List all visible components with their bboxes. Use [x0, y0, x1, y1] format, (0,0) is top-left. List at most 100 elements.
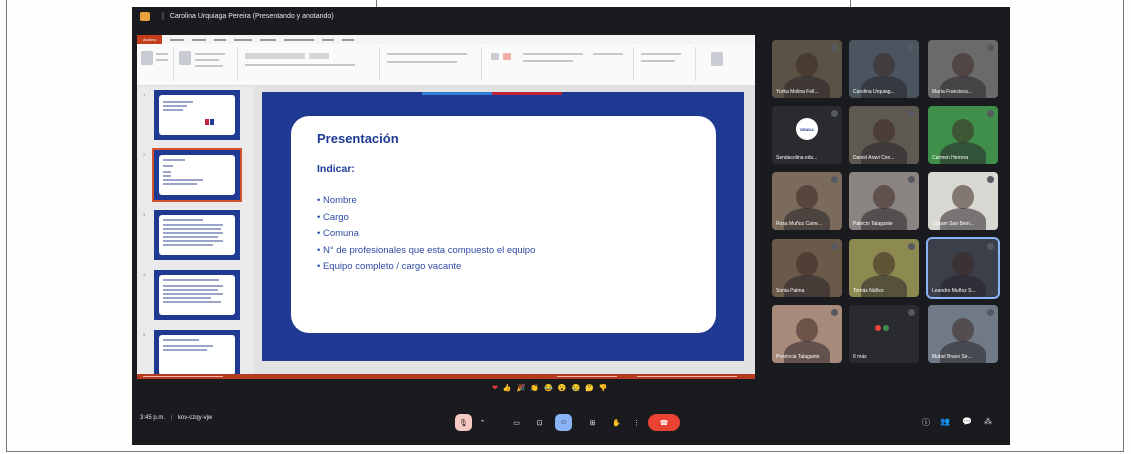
slide-thumbnail[interactable]: [154, 330, 240, 374]
participant-tile[interactable]: Cosam San Bern...: [928, 172, 998, 230]
mic-status-icon: [987, 176, 994, 183]
participant-name: Sendacolina edu...: [776, 155, 818, 161]
ribbon-tab[interactable]: [260, 38, 277, 41]
thumbnail-content: [159, 155, 235, 195]
participant-tile[interactable]: 6 más: [849, 305, 919, 363]
meeting-code: knv-czqy-vjw: [177, 415, 213, 421]
meeting-time: 3:45 p.m.: [140, 415, 166, 421]
thumbnail-content: [159, 95, 235, 135]
emoji-button[interactable]: ☺: [555, 414, 572, 431]
participant-tile[interactable]: Carmen Herrera: [928, 106, 998, 164]
participant-tile[interactable]: Patricio Talagante: [849, 172, 919, 230]
shape-fill-icon[interactable]: [503, 53, 511, 60]
thumbs-down-icon[interactable]: 👎: [599, 384, 608, 392]
paste-icon[interactable]: [141, 51, 153, 65]
raise-hand-button[interactable]: ✋: [608, 414, 625, 431]
ribbon-tab[interactable]: [284, 38, 315, 41]
present-button[interactable]: ⊞: [584, 414, 601, 431]
mic-status-icon: [908, 44, 915, 51]
mic-off-button[interactable]: 🎙: [455, 414, 472, 431]
participant-name: Leandro Muñoz S...: [932, 288, 976, 294]
camera-button[interactable]: ▭: [508, 414, 525, 431]
separator-icon: |: [162, 12, 164, 20]
mic-status-icon: [831, 176, 838, 183]
ribbon-tab[interactable]: [342, 38, 355, 41]
leave-call-button[interactable]: ☎: [648, 414, 680, 431]
slide-thumbnail[interactable]: [154, 270, 240, 320]
meeting-controls: 3:45 p.m. | knv-czqy-vjw 🎙 ⌃ ▭ ⊡ ☺ ⊞ ✋ ⋮…: [132, 399, 1010, 445]
slide-bullet-list: Nombre Cargo Comuna N° de profesionales …: [317, 193, 535, 276]
dictate-icon[interactable]: [711, 52, 723, 66]
participant-tile[interactable]: Provincia Talagante: [772, 305, 842, 363]
participant-video: [952, 53, 974, 77]
thinking-icon[interactable]: 🤔: [585, 384, 594, 392]
laugh-icon[interactable]: 😂: [544, 384, 553, 392]
people-icon[interactable]: 👥: [940, 417, 950, 426]
participant-tile[interactable]: María Francisca...: [928, 40, 998, 98]
participant-name: 6 más: [853, 354, 867, 360]
clap-icon[interactable]: 👏: [530, 384, 539, 392]
ribbon-toolbar: [137, 44, 755, 86]
clipboard-group: [137, 47, 174, 81]
participant-video: [952, 318, 974, 342]
more-options-button[interactable]: ⋮: [628, 414, 645, 431]
ribbon-tab[interactable]: [234, 38, 253, 41]
mic-status-icon: [908, 309, 915, 316]
info-icon[interactable]: ⓘ: [922, 417, 930, 428]
slides-group: [175, 47, 238, 81]
participant-tile[interactable]: Sonia Palma: [772, 239, 842, 297]
meet-app-icon: [140, 11, 150, 21]
participant-name: Carmen Herrera: [932, 155, 969, 161]
emoji-icon: ☺: [559, 419, 568, 426]
bullet-item: Nombre: [317, 193, 535, 210]
participant-video: [796, 53, 818, 77]
reactions-bar: ❤ 👍 🎉 👏 😂 😮 😢 🤔 👎: [492, 384, 608, 392]
new-slide-icon[interactable]: [179, 51, 191, 65]
tab-file[interactable]: Archivo: [137, 35, 163, 44]
slide-number: 3: [143, 212, 146, 217]
participant-tile[interactable]: Leandro Muñoz S...: [926, 237, 1000, 299]
slide-thumbnail-selected[interactable]: [152, 148, 242, 202]
surprised-icon[interactable]: 😮: [558, 384, 567, 392]
thumbs-up-icon[interactable]: 👍: [503, 384, 512, 392]
participant-tile[interactable]: Tomás Núñez: [849, 239, 919, 297]
participant-tile[interactable]: Rosa Muñoz Carre...: [772, 172, 842, 230]
participant-name: Tomás Núñez: [853, 288, 884, 294]
celebrate-icon[interactable]: 🎉: [517, 384, 526, 392]
activities-icon[interactable]: ⁂: [984, 417, 992, 426]
participant-tile[interactable]: Mabel Bravo Se...: [928, 305, 998, 363]
thumbnail-content: [159, 275, 235, 315]
participant-name: Provincia Talagante: [776, 354, 820, 360]
participant-logo: SENDA: [796, 118, 818, 140]
ribbon-tab[interactable]: [192, 38, 207, 41]
ribbon-tab[interactable]: [322, 38, 335, 41]
paragraph-group: [381, 47, 482, 81]
mic-status-icon: [831, 243, 838, 250]
chat-icon[interactable]: 💬: [962, 417, 972, 426]
mic-status-icon: [908, 110, 915, 117]
thumbnail-content: [159, 215, 235, 255]
mic-options-button[interactable]: ⌃: [474, 414, 491, 431]
slide-accent-bar: [422, 92, 492, 95]
slide-number: 2: [143, 152, 146, 157]
drawing-group: [483, 47, 634, 81]
ribbon-tab[interactable]: [214, 38, 227, 41]
participant-video: [952, 185, 974, 209]
participant-tile[interactable]: Carolina Urquiag...: [849, 40, 919, 98]
camera-icon: ▭: [513, 419, 520, 427]
captions-button[interactable]: ⊡: [531, 414, 548, 431]
heart-icon[interactable]: ❤: [492, 384, 498, 392]
slide-title: Presentación: [317, 131, 399, 146]
ribbon-tab[interactable]: [170, 38, 185, 41]
bullet-item: Cargo: [317, 210, 535, 227]
slide-thumbnail[interactable]: [154, 210, 240, 260]
shape-icon[interactable]: [491, 53, 499, 60]
participant-tile[interactable]: Daniel Aravi Con...: [849, 106, 919, 164]
slide-accent-bar: [492, 92, 562, 95]
participant-tile[interactable]: Yurka Molina Fell...: [772, 40, 842, 98]
present-icon: ⊞: [589, 419, 596, 427]
slide-content-card: Presentación Indicar: Nombre Cargo Comun…: [291, 116, 716, 333]
slide-thumbnail[interactable]: [154, 90, 240, 140]
participant-tile[interactable]: SENDA Sendacolina edu...: [772, 106, 842, 164]
sad-icon[interactable]: 😢: [571, 384, 580, 392]
